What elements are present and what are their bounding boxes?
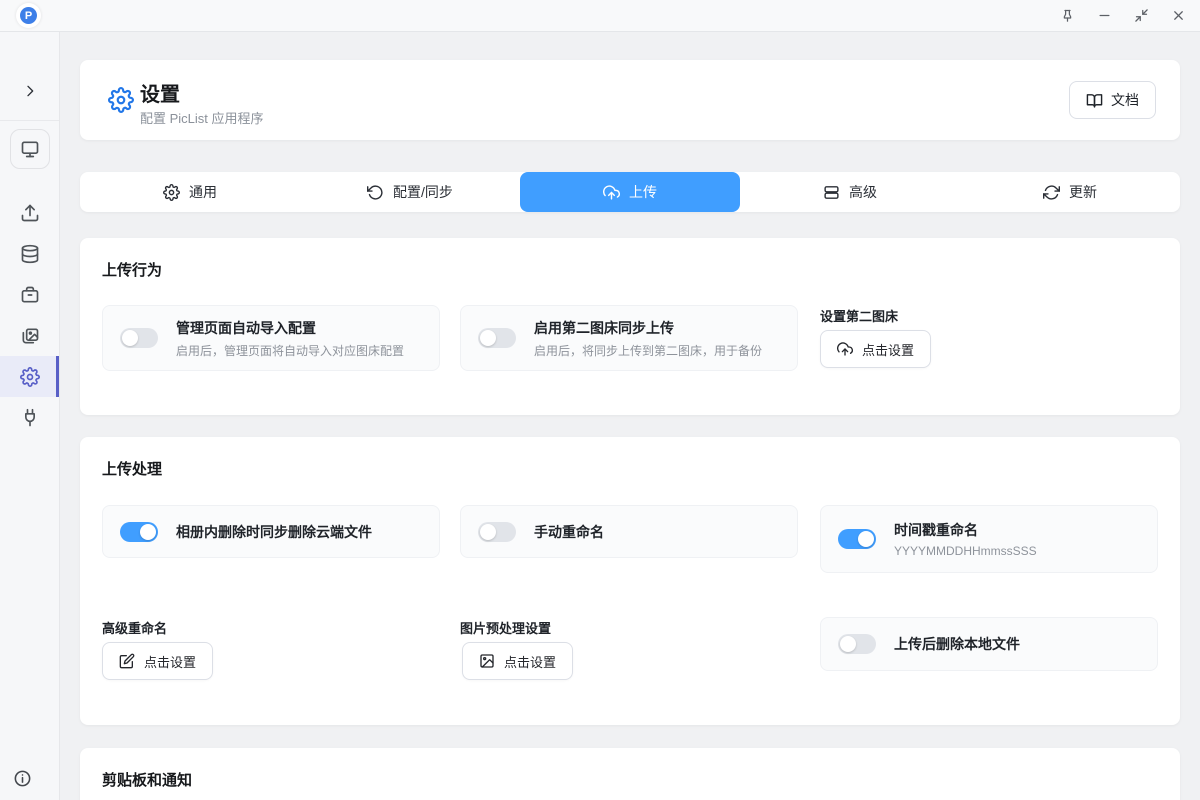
preprocess-button-label: 点击设置: [504, 652, 556, 671]
toggle-desc: 启用后，管理页面将自动导入对应图床配置: [176, 342, 404, 359]
plug-icon: [20, 408, 40, 428]
cloud-upload-icon: [837, 341, 853, 357]
docs-button[interactable]: 文档: [1069, 81, 1156, 119]
toggle-desc: 启用后，将同步上传到第二图床，用于备份: [534, 342, 762, 359]
advanced-rename-label: 高级重命名: [102, 618, 167, 637]
toggle-label: 上传后删除本地文件: [894, 634, 1020, 654]
preprocess-label: 图片预处理设置: [460, 618, 551, 637]
chevron-right-icon: [22, 83, 38, 99]
info-icon[interactable]: [13, 769, 32, 788]
advanced-rename-button-label: 点击设置: [144, 652, 196, 671]
sidebar-nav: [0, 192, 59, 438]
toggle-label: 相册内删除时同步删除云端文件: [176, 522, 372, 542]
settings-tabbar: 通用 配置/同步 上传 高级 更新: [80, 172, 1180, 212]
tab-label: 配置/同步: [393, 182, 453, 202]
docs-button-label: 文档: [1111, 90, 1139, 110]
sidebar-item-database[interactable]: [0, 233, 59, 274]
section-title: 上传行为: [102, 259, 162, 280]
gear-icon: [163, 184, 180, 201]
tab-label: 通用: [189, 182, 217, 202]
toggle-label: 启用第二图床同步上传: [534, 318, 762, 338]
toggle-label: 时间戳重命名: [894, 520, 1037, 540]
tab-general[interactable]: 通用: [80, 172, 300, 212]
delete-local-toggle[interactable]: [838, 634, 876, 654]
preprocess-button[interactable]: 点击设置: [462, 642, 573, 680]
sync-delete-toggle[interactable]: [120, 522, 158, 542]
sidebar-item-toolbox[interactable]: [0, 274, 59, 315]
monitor-icon: [20, 139, 40, 159]
sidebar-item-upload[interactable]: [0, 192, 59, 233]
timestamp-rename-toggle[interactable]: [838, 529, 876, 549]
toggle-box-second-bed-sync: 启用第二图床同步上传 启用后，将同步上传到第二图床，用于备份: [460, 305, 798, 371]
toggle-box-delete-local: 上传后删除本地文件: [820, 617, 1158, 671]
database-icon: [20, 244, 40, 264]
toggle-label: 管理页面自动导入配置: [176, 318, 404, 338]
second-bed-label: 设置第二图床: [820, 306, 898, 325]
toggle-label: 手动重命名: [534, 522, 604, 542]
sidebar-item-plugin[interactable]: [0, 397, 59, 438]
sidebar: [0, 32, 60, 800]
upload-behavior-card: 上传行为 管理页面自动导入配置 启用后，管理页面将自动导入对应图床配置 启用第二…: [80, 238, 1180, 415]
close-icon[interactable]: [1170, 8, 1186, 24]
upload-processing-card: 上传处理 相册内删除时同步删除云端文件 手动重命名 时间戳重命名 YYYYMMD…: [80, 437, 1180, 725]
toolbox-icon: [20, 285, 40, 305]
history-icon: [367, 184, 384, 201]
gallery-icon: [20, 326, 40, 346]
second-bed-setup-button[interactable]: 点击设置: [820, 330, 931, 368]
restore-icon[interactable]: [1133, 8, 1149, 24]
pin-icon[interactable]: [1059, 8, 1075, 24]
tab-label: 更新: [1069, 182, 1097, 202]
toggle-box-auto-import: 管理页面自动导入配置 启用后，管理页面将自动导入对应图床配置: [102, 305, 440, 371]
settings-header-card: 设置 配置 PicList 应用程序 文档: [80, 60, 1180, 140]
sidebar-item-gallery[interactable]: [0, 315, 59, 356]
minimize-icon[interactable]: [1096, 8, 1112, 24]
toggle-box-manual-rename: 手动重命名: [460, 505, 798, 558]
page-subtitle: 配置 PicList 应用程序: [140, 108, 264, 127]
sidebar-divider: [0, 120, 59, 121]
window-controls: [1059, 0, 1186, 31]
manual-rename-toggle[interactable]: [478, 522, 516, 542]
settings-gear-icon: [108, 87, 134, 113]
upload-icon: [20, 203, 40, 223]
gear-icon: [20, 367, 40, 387]
tab-update[interactable]: 更新: [960, 172, 1180, 212]
cloud-upload-icon: [603, 184, 620, 201]
auto-import-toggle[interactable]: [120, 328, 158, 348]
sidebar-item-settings[interactable]: [0, 356, 59, 397]
section-title: 上传处理: [102, 458, 162, 479]
page-title: 设置: [140, 78, 180, 107]
rows-icon: [823, 184, 840, 201]
section-title: 剪贴板和通知: [102, 769, 192, 790]
toggle-desc: YYYYMMDDHHmmssSSS: [894, 544, 1037, 558]
app-logo: P: [16, 3, 41, 28]
book-icon: [1086, 92, 1103, 109]
tab-label: 高级: [849, 182, 877, 202]
second-bed-setup-label: 点击设置: [862, 340, 914, 359]
edit-icon: [119, 653, 135, 669]
advanced-rename-button[interactable]: 点击设置: [102, 642, 213, 680]
toggle-box-sync-delete: 相册内删除时同步删除云端文件: [102, 505, 440, 558]
tab-upload[interactable]: 上传: [520, 172, 740, 212]
clipboard-card: 剪贴板和通知: [80, 748, 1180, 800]
toggle-box-timestamp-rename: 时间戳重命名 YYYYMMDDHHmmssSSS: [820, 505, 1158, 573]
refresh-icon: [1043, 184, 1060, 201]
tab-label: 上传: [629, 182, 657, 202]
sidebar-collapse-button[interactable]: [0, 76, 59, 106]
app-logo-letter: P: [20, 7, 37, 24]
title-bar: P: [0, 0, 1200, 32]
image-icon: [479, 653, 495, 669]
second-bed-sync-toggle[interactable]: [478, 328, 516, 348]
tab-config-sync[interactable]: 配置/同步: [300, 172, 520, 212]
sidebar-item-monitor[interactable]: [10, 129, 50, 169]
tab-advanced[interactable]: 高级: [740, 172, 960, 212]
